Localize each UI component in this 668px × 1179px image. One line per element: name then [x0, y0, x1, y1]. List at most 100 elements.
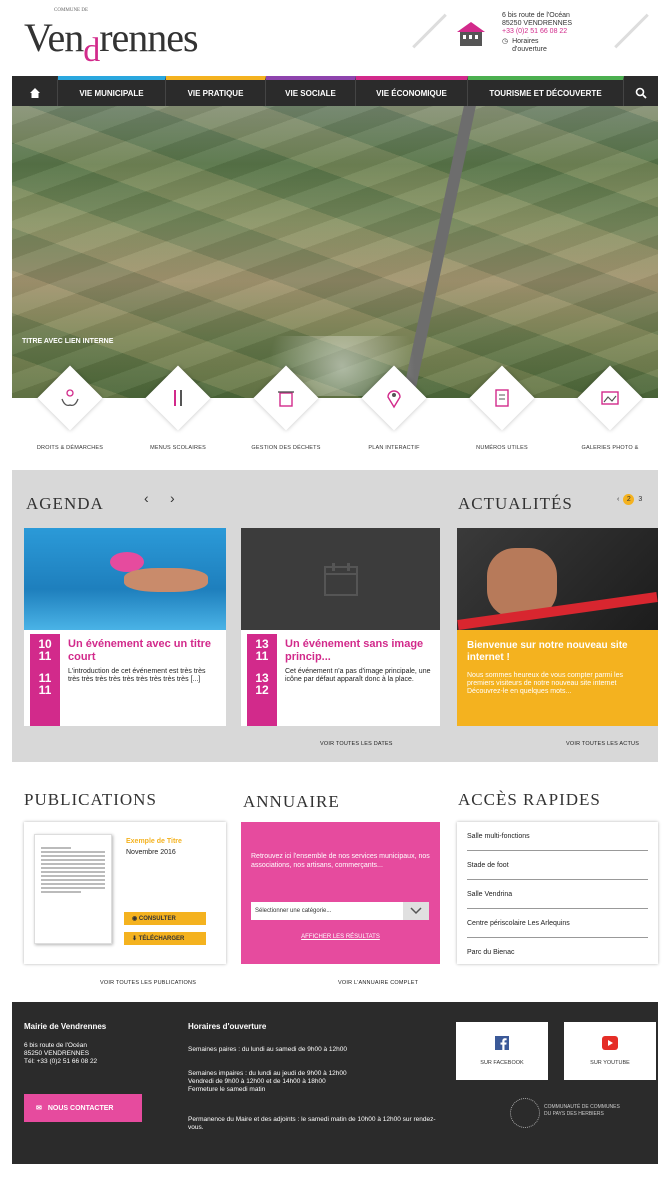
- map-pin-icon: [380, 384, 408, 412]
- directory-text: Retrouvez ici l'ensemble de nos services…: [251, 853, 430, 869]
- community-logo-line1: COMMUNAUTÉ DE COMMUNES: [544, 1104, 620, 1110]
- show-results-link[interactable]: AFFICHER LES RÉSULTATS: [241, 934, 440, 940]
- event-image-swimmer: [24, 528, 226, 630]
- nav-vie-pratique[interactable]: VIE PRATIQUE: [166, 76, 266, 106]
- event-title[interactable]: Un événement avec un titre court: [68, 638, 220, 664]
- logo-accent: d: [83, 32, 100, 69]
- eye-icon: ◉: [132, 916, 139, 922]
- photo-gallery-icon: [596, 384, 624, 412]
- facebook-icon: [495, 1036, 509, 1050]
- quick-access-item[interactable]: Parc du Bienac: [467, 938, 648, 967]
- youtube-button[interactable]: SUR YOUTUBE: [564, 1022, 656, 1080]
- see-all-news-link[interactable]: VOIR TOUTES LES ACTUS: [566, 741, 639, 747]
- cutlery-icon: [164, 384, 192, 412]
- quick-link-label[interactable]: NUMÉROS UTILES: [452, 445, 552, 451]
- footer-address-line2: 85250 VENDRENNES: [24, 1050, 90, 1057]
- news-page-active[interactable]: 2: [623, 494, 635, 505]
- home-icon[interactable]: [12, 76, 58, 106]
- event-start-month: 11: [255, 649, 269, 663]
- facebook-button[interactable]: SUR FACEBOOK: [456, 1022, 548, 1080]
- youtube-label: SUR YOUTUBE: [590, 1060, 630, 1066]
- main-nav: VIE MUNICIPALE VIE PRATIQUE VIE SOCIALE …: [12, 76, 658, 106]
- news-card[interactable]: Bienvenue sur notre nouveau site interne…: [457, 528, 658, 726]
- site-logo[interactable]: COMMUNE DE Vendrennes: [24, 8, 199, 69]
- agenda-prev-arrow[interactable]: ‹: [144, 490, 149, 506]
- event-end-month: 12: [255, 683, 269, 697]
- nav-vie-municipale[interactable]: VIE MUNICIPALE: [58, 76, 166, 106]
- see-full-directory-link[interactable]: VOIR L'ANNUAIRE COMPLET: [338, 980, 418, 986]
- hero-caption[interactable]: TITRE AVEC LIEN INTERNE: [22, 338, 113, 345]
- see-all-publications-link[interactable]: VOIR TOUTES LES PUBLICATIONS: [100, 980, 196, 986]
- publication-thumbnail[interactable]: [34, 834, 112, 944]
- quick-access-item[interactable]: Stade de foot: [467, 851, 648, 880]
- event-title[interactable]: Un événement sans image princip...: [285, 638, 435, 664]
- category-select[interactable]: Sélectionner une catégorie...: [251, 902, 429, 920]
- news-page[interactable]: 3: [638, 496, 642, 503]
- contact-button-label: NOUS CONTACTER: [47, 1104, 114, 1112]
- agenda-title: AGENDA: [26, 494, 104, 513]
- community-logo-line2: DU PAYS DES HERBIERS: [544, 1111, 604, 1117]
- quick-link-label[interactable]: DROITS & DÉMARCHES: [20, 445, 120, 451]
- download-label: TÉLÉCHARGER: [138, 935, 185, 942]
- footer-address-line1: 6 bis route de l'Océan: [24, 1042, 88, 1049]
- community-logo-icon: [510, 1098, 540, 1128]
- swimmer-body: [124, 568, 208, 592]
- download-button[interactable]: ⬇ TÉLÉCHARGER: [124, 932, 206, 945]
- quick-link-label[interactable]: PLAN INTERACTIF: [344, 445, 444, 451]
- consult-label: CONSULTER: [138, 915, 176, 922]
- clock-icon: ◷: [502, 38, 509, 45]
- publication-card: Exemple de Titre Novembre 2016 ◉ CONSULT…: [24, 822, 226, 964]
- nav-vie-economique[interactable]: VIE ÉCONOMIQUE: [356, 76, 468, 106]
- event-card[interactable]: 13 11 13 12 Un événement sans image prin…: [241, 528, 440, 726]
- header-contact: 6 bis route de l'Océan 85250 VENDRENNES …: [502, 12, 622, 54]
- footer-hours-odd: Semaines impaires : du lundi au jeudi de…: [188, 1070, 438, 1094]
- nav-vie-sociale[interactable]: VIE SOCIALE: [266, 76, 356, 106]
- publication-date: Novembre 2016: [126, 849, 176, 856]
- consult-button[interactable]: ◉ CONSULTER: [124, 912, 206, 925]
- quick-link-label[interactable]: GALERIES PHOTO &: [560, 445, 660, 451]
- nav-label: VIE ÉCONOMIQUE: [376, 88, 447, 98]
- event-card[interactable]: 10 11 11 11 Un événement avec un titre c…: [24, 528, 226, 726]
- community-logo-text[interactable]: COMMUNAUTÉ DE COMMUNES DU PAYS DES HERBI…: [544, 1104, 620, 1118]
- see-all-dates-link[interactable]: VOIR TOUTES LES DATES: [320, 741, 393, 747]
- envelope-icon: ✉: [36, 1105, 42, 1112]
- quick-access-title: ACCÈS RAPIDES: [458, 790, 601, 809]
- nav-tourisme[interactable]: TOURISME ET DÉCOUVERTE: [468, 76, 624, 106]
- header-address-line1: 6 bis route de l'Océan: [502, 12, 570, 19]
- news-card-title[interactable]: Bienvenue sur notre nouveau site interne…: [467, 640, 651, 664]
- chevron-down-icon[interactable]: [403, 902, 429, 920]
- quick-link-label[interactable]: GESTION DES DÉCHETS: [236, 445, 336, 451]
- footer-phone: Tél: +33 (0)2 51 66 08 22: [24, 1058, 98, 1065]
- news-prev[interactable]: ‹: [617, 496, 619, 503]
- event-end-month: 11: [38, 683, 52, 697]
- phonebook-icon: [488, 384, 516, 412]
- footer-hours-odd-line3: Fermeture le samedi matin: [188, 1086, 266, 1093]
- contact-button[interactable]: ✉ NOUS CONTACTER: [24, 1094, 142, 1122]
- header-address-line2: 85250 VENDRENNES: [502, 20, 573, 27]
- logo-text-rest: rennes: [99, 15, 198, 60]
- publication-title[interactable]: Exemple de Titre: [126, 838, 182, 845]
- footer-mayor-hours: Permanence du Maire et des adjoints : le…: [188, 1116, 436, 1131]
- quick-access-item[interactable]: Salle multi-fonctions: [467, 822, 648, 851]
- event-text: L'introduction de cet événement est très…: [68, 668, 206, 683]
- publications-title: PUBLICATIONS: [24, 790, 157, 809]
- town-hall-icon: [455, 20, 487, 48]
- footer-hours-odd-line1: Semaines impaires : du lundi au jeudi de…: [188, 1070, 347, 1077]
- category-select-value: Sélectionner une catégorie...: [255, 908, 332, 914]
- footer: Mairie de Vendrennes 6 bis route de l'Oc…: [12, 1002, 658, 1164]
- hero-banner[interactable]: [12, 106, 658, 398]
- news-title: ACTUALITÉS: [458, 494, 573, 513]
- logo-text: Ven: [24, 15, 84, 60]
- agenda-next-arrow[interactable]: ›: [170, 490, 175, 506]
- calendar-icon: [241, 528, 440, 630]
- quick-access-item[interactable]: Centre périscolaire Les Arlequins: [467, 909, 648, 938]
- quick-link-label[interactable]: MENUS SCOLAIRES: [128, 445, 228, 451]
- hours-link[interactable]: ◷ Horaires d'ouverture: [502, 38, 622, 54]
- hands-flower-icon: [56, 384, 84, 412]
- footer-hours-title: Horaires d'ouverture: [188, 1022, 267, 1031]
- search-icon[interactable]: [624, 76, 658, 106]
- quick-access-item[interactable]: Salle Vendrina: [467, 880, 648, 909]
- quick-access-list: Salle multi-fonctions Stade de foot Sall…: [457, 822, 658, 964]
- logo-small-text: COMMUNE DE: [54, 8, 89, 13]
- header-phone[interactable]: +33 (0)2 51 66 08 22: [502, 28, 622, 36]
